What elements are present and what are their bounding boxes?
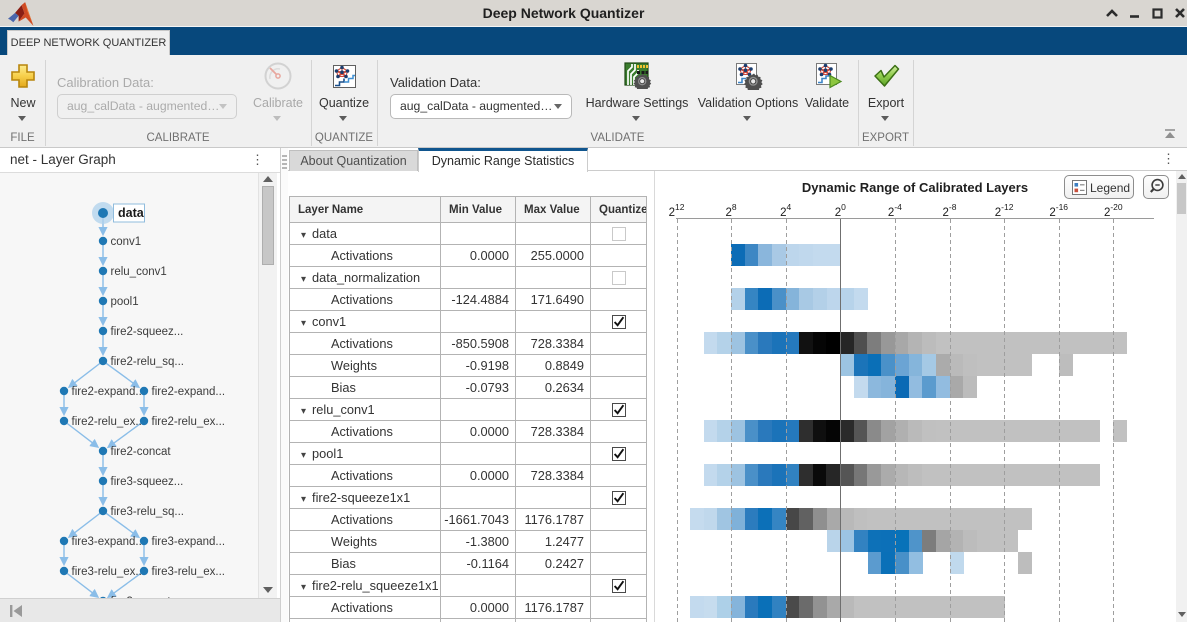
svg-text:fire2-expand...: fire2-expand... [72,386,146,398]
svg-text:pool1: pool1 [111,296,139,308]
svg-text:data: data [118,206,145,220]
svg-text:fire3-relu_ex...: fire3-relu_ex... [152,566,226,578]
svg-text:fire2-relu_ex...: fire2-relu_ex... [72,416,146,428]
svg-text:fire2-expand...: fire2-expand... [152,386,226,398]
svg-text:fire2-relu_sq...: fire2-relu_sq... [111,356,185,368]
svg-text:fire2-relu_ex...: fire2-relu_ex... [152,416,226,428]
svg-text:fire3-relu_ex...: fire3-relu_ex... [72,566,146,578]
svg-text:fire3-expand...: fire3-expand... [152,536,226,548]
svg-text:fire3-relu_sq...: fire3-relu_sq... [111,506,185,518]
svg-text:fire3-expand...: fire3-expand... [72,536,146,548]
svg-text:fire2-squeez...: fire2-squeez... [111,326,184,338]
svg-text:fire3-squeez...: fire3-squeez... [111,476,184,488]
svg-text:conv1: conv1 [111,236,142,248]
svg-text:relu_conv1: relu_conv1 [111,266,167,278]
svg-text:fire2-concat: fire2-concat [111,446,172,458]
